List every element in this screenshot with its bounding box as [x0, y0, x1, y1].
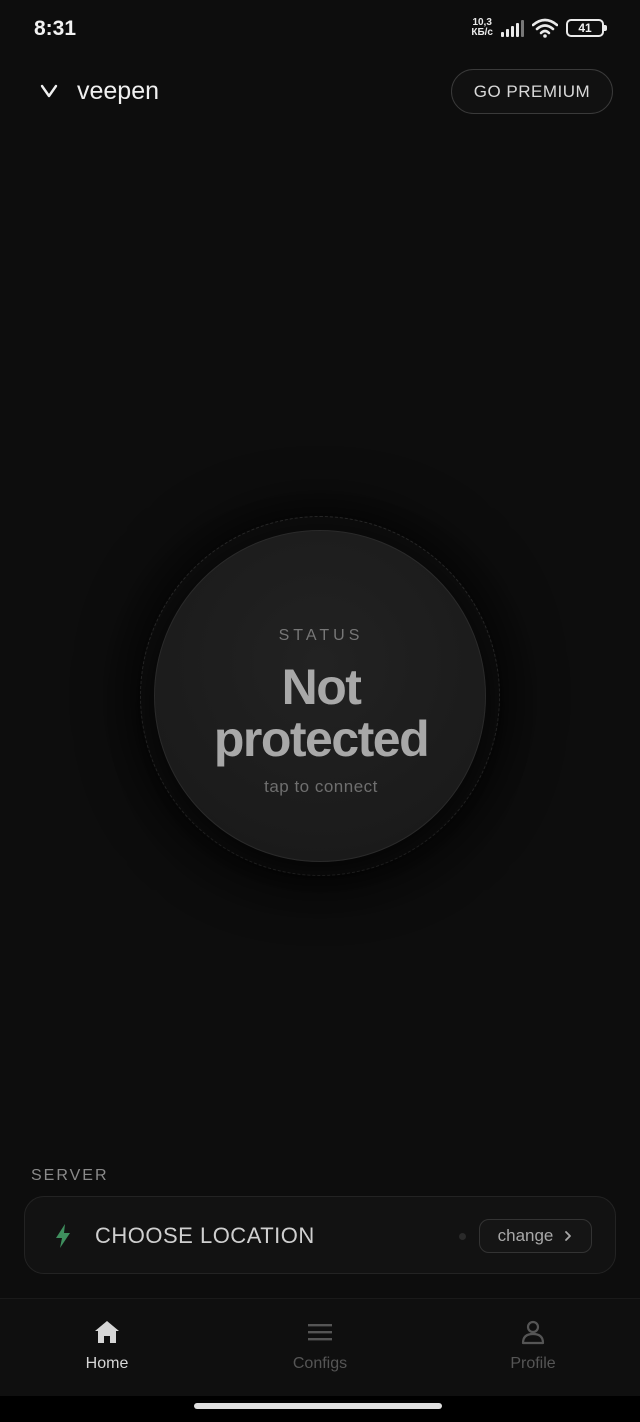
app-header: veepen GO PREMIUM — [0, 68, 640, 116]
battery-icon: 41 — [566, 19, 607, 37]
status-label: STATUS — [278, 627, 364, 644]
change-label: change — [497, 1226, 554, 1245]
battery-level: 41 — [578, 21, 592, 35]
nav-label-configs: Configs — [292, 1355, 348, 1372]
net-speed: 10,3 КБ/с — [471, 18, 493, 38]
location-name: CHOOSE LOCATION — [95, 1223, 315, 1248]
chevron-right-icon — [565, 1231, 572, 1241]
bolt-icon — [56, 1224, 70, 1248]
connect-hint: tap to connect — [264, 777, 378, 796]
system-nav-area — [0, 1396, 640, 1422]
net-speed-unit: КБ/с — [471, 27, 493, 38]
status-dot — [459, 1233, 466, 1240]
nav-item-home[interactable]: Home — [37, 1319, 177, 1373]
status-bar: 8:31 10,3 КБ/с 41 — [0, 0, 640, 60]
nav-label-profile: Profile — [510, 1355, 556, 1372]
home-indicator[interactable] — [194, 1403, 442, 1409]
home-icon — [95, 1321, 119, 1343]
server-section-label: SERVER — [31, 1167, 109, 1184]
status-title: Not protected — [155, 661, 487, 765]
connect-button[interactable]: STATUS Not protected tap to connect — [154, 530, 486, 862]
nav-item-configs[interactable]: Configs — [250, 1319, 390, 1373]
wifi-icon — [532, 18, 558, 38]
app-screen: 8:31 10,3 КБ/с 41 veepen GO PREMIUM STAT… — [0, 0, 640, 1422]
nav-label-home: Home — [85, 1355, 129, 1372]
nav-item-profile[interactable]: Profile — [463, 1319, 603, 1373]
status-title-line2: protected — [213, 711, 430, 767]
go-premium-button[interactable]: GO PREMIUM — [451, 69, 613, 114]
server-location-card[interactable]: CHOOSE LOCATION change — [24, 1196, 616, 1274]
signal-icon — [501, 19, 524, 37]
status-icons: 10,3 КБ/с 41 — [471, 18, 607, 38]
change-location-button[interactable]: change — [479, 1219, 592, 1253]
chevron-down-icon[interactable] — [38, 80, 60, 102]
user-icon — [521, 1320, 545, 1345]
bottom-nav: Home Configs Profile — [0, 1298, 640, 1396]
status-time: 8:31 — [34, 17, 77, 40]
brand-title[interactable]: veepen — [77, 77, 159, 106]
status-title-line1: Not — [281, 659, 362, 715]
connect-dial[interactable]: STATUS Not protected tap to connect — [140, 516, 500, 876]
menu-icon — [308, 1324, 332, 1341]
